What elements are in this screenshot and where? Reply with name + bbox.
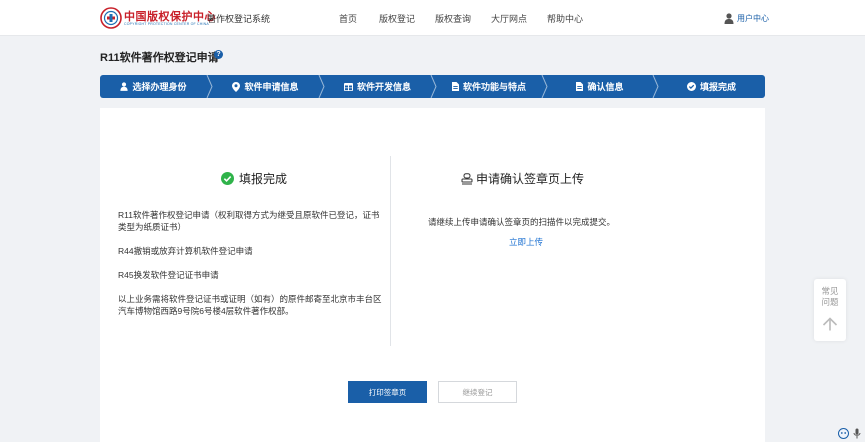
page-title: R11软件著作权登记申请 xyxy=(100,52,219,64)
top-header: 中国版权保护中心 COPYRIGHT PROTECTION CENTER OF … xyxy=(0,0,865,36)
result-card: 填报完成 R11软件著作权登记申请（权利取得方式为继受且原软件已登记，证书类型为… xyxy=(100,108,765,442)
question-icon[interactable]: ? xyxy=(214,50,223,59)
user-icon xyxy=(120,82,129,91)
vertical-divider xyxy=(390,156,391,346)
table-icon xyxy=(343,82,353,91)
upload-title: 申请确认签章页上传 xyxy=(476,172,585,186)
document-icon xyxy=(451,82,459,91)
progress-steps: 选择办理身份 软件申请信息 软件开发信息 软件功能与特点 确认信息 填报完成 xyxy=(100,75,765,98)
check-circle-icon xyxy=(686,82,696,91)
step-confirm-info: 确认信息 xyxy=(547,75,653,98)
arrow-up-icon[interactable] xyxy=(822,317,838,331)
user-center-link[interactable]: 用户中心 xyxy=(724,11,769,25)
upload-description: 请继续上传申请确认签章页的扫描件以完成提交。 xyxy=(428,217,616,227)
upload-heading: 申请确认签章页上传 xyxy=(461,170,584,187)
step-label: 填报完成 xyxy=(699,82,736,92)
step-label: 软件开发信息 xyxy=(356,82,411,92)
nav-item-copyright-registration[interactable]: 版权登记 xyxy=(379,12,415,25)
nav-item-service-halls[interactable]: 大厅网点 xyxy=(491,12,527,25)
step-software-features: 软件功能与特点 xyxy=(436,75,542,98)
note-r44: R44撤销或放弃计算机软件登记申请 xyxy=(118,246,253,256)
step-label: 确认信息 xyxy=(587,82,624,92)
document-icon xyxy=(576,82,584,91)
nav-item-help-center[interactable]: 帮助中心 xyxy=(547,12,583,25)
nav-item-copyright-query[interactable]: 版权查询 xyxy=(435,12,471,25)
step-label: 选择办理身份 xyxy=(132,82,187,92)
step-label: 软件申请信息 xyxy=(244,82,299,92)
logo-seal-icon xyxy=(100,7,122,29)
note-r11: R11软件著作权登记申请（权利取得方式为继受且原软件已登记，证书类型为纸质证书） xyxy=(118,210,380,232)
step-label: 软件功能与特点 xyxy=(462,82,526,92)
chat-bot-icon[interactable] xyxy=(838,428,849,439)
nav-item-home[interactable]: 首页 xyxy=(339,12,357,25)
site-logo[interactable]: 中国版权保护中心 COPYRIGHT PROTECTION CENTER OF … xyxy=(100,7,216,29)
completion-title: 填报完成 xyxy=(239,172,288,186)
user-icon xyxy=(724,12,734,24)
microphone-icon[interactable] xyxy=(853,428,861,439)
note-r45: R45换发软件登记证书申请 xyxy=(118,270,219,280)
continue-registration-button[interactable]: 继续登记 xyxy=(438,381,517,403)
print-signature-page-button[interactable]: 打印签章页 xyxy=(348,381,427,403)
step-software-development-info: 软件开发信息 xyxy=(324,75,431,98)
step-complete: 填报完成 xyxy=(658,75,765,98)
note-mailing-address: 以上业务需将软件登记证书或证明（如有）的原件邮寄至北京市丰台区汽车博物馆西路9号… xyxy=(118,294,382,316)
faq-label: 常见问题 xyxy=(821,286,839,307)
step-software-application-info: 软件申请信息 xyxy=(212,75,319,98)
system-name: 著作权登记系统 xyxy=(207,14,271,24)
faq-float-widget[interactable]: 常见问题 xyxy=(814,279,846,341)
stamp-icon xyxy=(461,172,473,184)
upload-now-link[interactable]: 立即上传 xyxy=(509,236,543,248)
step-select-identity: 选择办理身份 xyxy=(100,75,207,98)
location-icon xyxy=(232,81,241,92)
completion-heading: 填报完成 xyxy=(221,170,287,187)
user-center-label: 用户中心 xyxy=(737,13,769,23)
success-check-icon xyxy=(221,172,234,185)
bottom-toolbar xyxy=(838,428,861,439)
logo-english-text: COPYRIGHT PROTECTION CENTER OF CHINA xyxy=(124,22,209,26)
